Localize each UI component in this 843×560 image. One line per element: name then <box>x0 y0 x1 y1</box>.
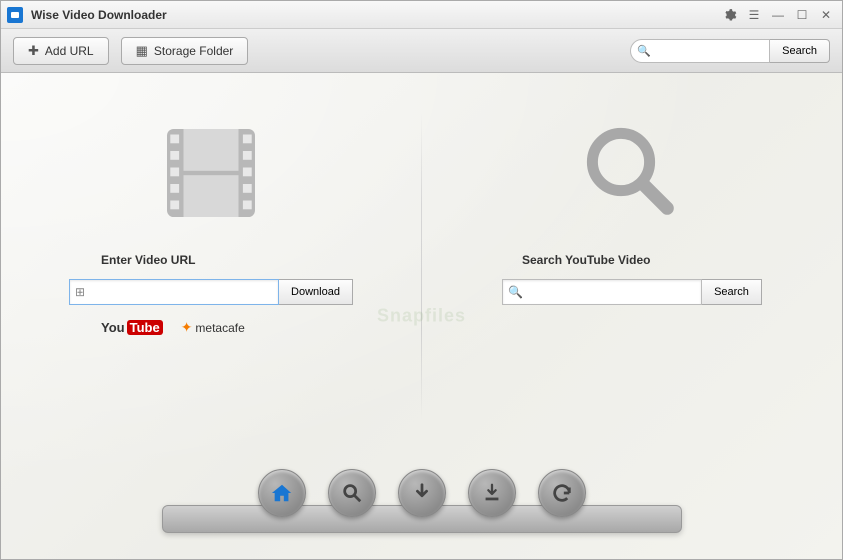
toolbar-search-input[interactable] <box>630 39 770 63</box>
app-window: Wise Video Downloader ☰ — ☐ ✕ ✚ Add URL … <box>0 0 843 560</box>
dock-refresh-button[interactable] <box>538 469 586 517</box>
toolbar-search-button[interactable]: Search <box>770 39 830 63</box>
app-icon <box>7 7 23 23</box>
video-url-input[interactable] <box>69 279 279 305</box>
main-content: Snapfiles <box>1 73 842 559</box>
titlebar: Wise Video Downloader ☰ — ☐ ✕ <box>1 1 842 29</box>
add-url-label: Add URL <box>45 44 94 58</box>
add-url-button[interactable]: ✚ Add URL <box>13 37 109 65</box>
dock-download-button[interactable] <box>398 469 446 517</box>
youtube-logo: YouTube <box>101 320 163 335</box>
film-icon <box>151 113 271 233</box>
dock-search-button[interactable] <box>328 469 376 517</box>
magnifier-icon <box>572 113 692 233</box>
youtube-search-input[interactable] <box>502 279 702 305</box>
metacafe-logo: ✦ metacafe <box>181 319 245 336</box>
menu-icon[interactable]: ☰ <box>744 6 764 24</box>
close-icon[interactable]: ✕ <box>816 6 836 24</box>
plus-icon: ✚ <box>28 43 39 59</box>
dock-home-button[interactable] <box>258 469 306 517</box>
search-panel-label: Search YouTube Video <box>522 253 650 267</box>
dock-download-to-button[interactable] <box>468 469 516 517</box>
flame-icon: ✦ <box>181 319 193 336</box>
download-button[interactable]: Download <box>279 279 353 305</box>
url-panel-label: Enter Video URL <box>101 253 195 267</box>
storage-folder-label: Storage Folder <box>154 44 233 58</box>
storage-folder-button[interactable]: ▦ Storage Folder <box>121 37 249 65</box>
supported-sites: YouTube ✦ metacafe <box>101 319 245 336</box>
folder-icon: ▦ <box>136 43 148 59</box>
window-title: Wise Video Downloader <box>31 8 720 22</box>
settings-icon[interactable] <box>720 6 740 24</box>
minimize-icon[interactable]: — <box>768 6 788 24</box>
search-button[interactable]: Search <box>702 279 762 305</box>
toolbar: ✚ Add URL ▦ Storage Folder 🔍 Search <box>1 29 842 73</box>
maximize-icon[interactable]: ☐ <box>792 6 812 24</box>
